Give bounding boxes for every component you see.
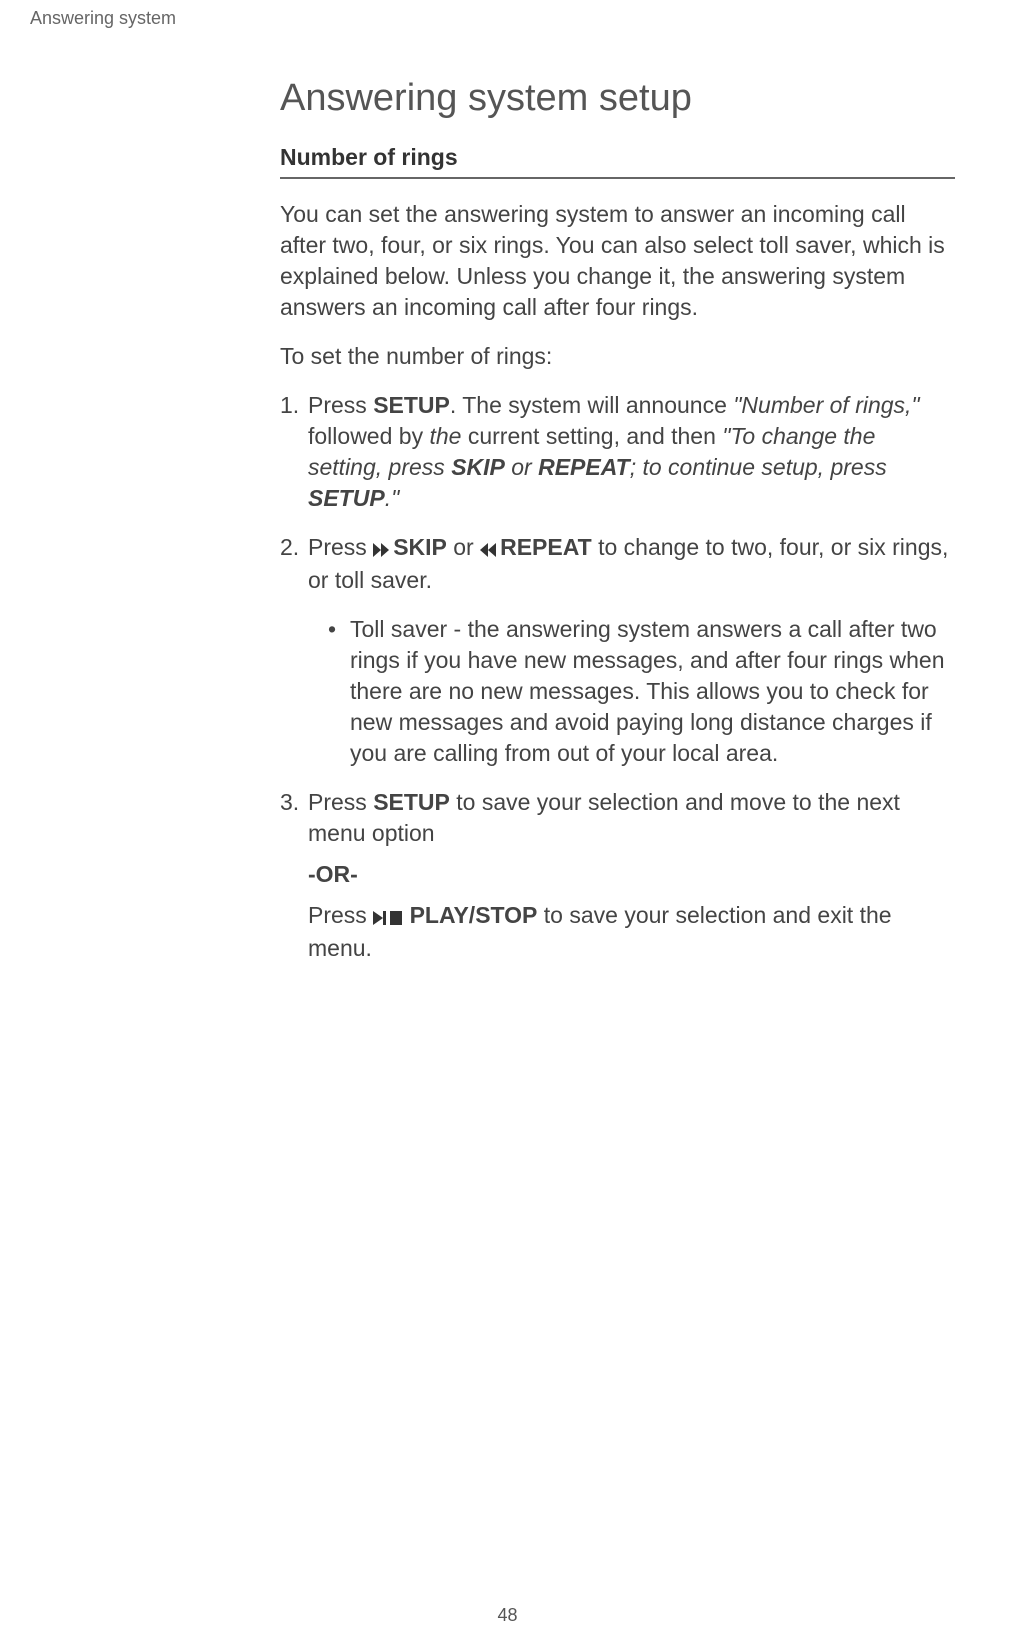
step-text: Press <box>308 392 373 418</box>
step-text: Press <box>308 902 373 928</box>
repeat-label: REPEAT <box>538 454 630 480</box>
rewind-icon <box>480 534 500 565</box>
step-text: followed by <box>308 423 429 449</box>
lead-text: To set the number of rings: <box>280 341 955 372</box>
quote-text: or <box>505 454 538 480</box>
main-content: Answering system setup Number of rings Y… <box>280 77 955 964</box>
fast-forward-icon <box>373 534 393 565</box>
step-continuation: Press PLAY/STOP to save your selection a… <box>308 900 955 963</box>
quote-text: ." <box>385 485 400 511</box>
page-header: Answering system <box>0 0 1015 37</box>
or-separator: -OR- <box>308 859 955 890</box>
step-1: 1. Press SETUP. The system will announce… <box>280 390 955 514</box>
intro-paragraph: You can set the answering system to answ… <box>280 199 955 323</box>
bullet-icon: • <box>328 614 336 645</box>
section-heading: Number of rings <box>280 144 955 179</box>
quote-text: "Number of rings," <box>733 392 919 418</box>
quote-text: ; to continue setup, press <box>630 454 887 480</box>
repeat-label: REPEAT <box>500 534 592 560</box>
step-text: Press <box>308 789 373 815</box>
play-stop-label: PLAY/STOP <box>403 902 537 928</box>
page-number: 48 <box>497 1605 517 1626</box>
steps-list: 1. Press SETUP. The system will announce… <box>280 390 955 964</box>
skip-label: SKIP <box>393 534 447 560</box>
step-number: 1. <box>280 390 299 421</box>
page-title: Answering system setup <box>280 77 955 120</box>
setup-label: SETUP <box>373 392 450 418</box>
sub-text: Toll saver - the answering system answer… <box>350 616 945 766</box>
sub-list: • Toll saver - the answering system answ… <box>308 614 955 769</box>
step-text: or <box>447 534 480 560</box>
step-3: 3. Press SETUP to save your selection an… <box>280 787 955 964</box>
toll-saver-item: • Toll saver - the answering system answ… <box>328 614 955 769</box>
step-text: . The system will announce <box>450 392 733 418</box>
step-number: 2. <box>280 532 299 563</box>
play-stop-icon <box>373 902 403 933</box>
setup-label: SETUP <box>308 485 385 511</box>
setup-label: SETUP <box>373 789 450 815</box>
the-text: the <box>429 423 461 449</box>
step-2: 2. Press SKIP or REPEAT to change to two… <box>280 532 955 769</box>
step-number: 3. <box>280 787 299 818</box>
step-text: Press <box>308 534 373 560</box>
skip-label: SKIP <box>451 454 505 480</box>
step-text: current setting, and then <box>461 423 722 449</box>
